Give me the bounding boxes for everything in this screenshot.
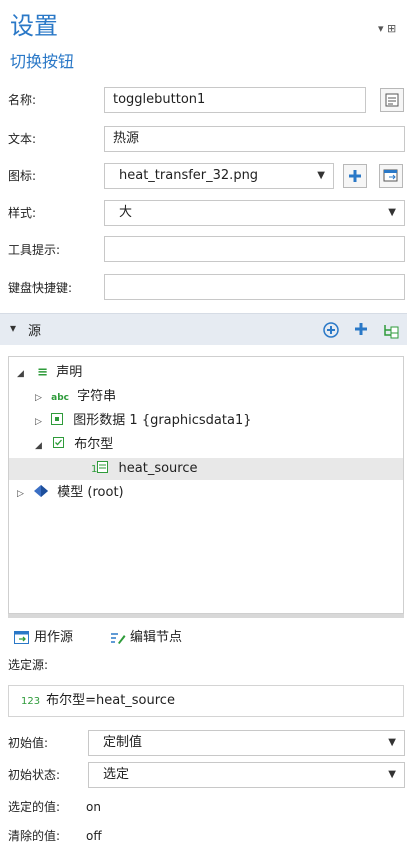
tree-item-boolean[interactable]: ◢ 布尔型 — [35, 434, 113, 456]
chevron-down-icon: ▼ — [317, 170, 325, 181]
expanded-triangle-icon[interactable]: ◢ — [35, 435, 47, 457]
import-icon-button[interactable] — [379, 164, 403, 188]
selected-source-box: 123 布尔型=heat_source — [8, 685, 404, 717]
chevron-down-icon: ▼ — [388, 737, 396, 748]
use-as-source-button[interactable]: 用作源 — [14, 627, 73, 649]
variable-icon: 123 — [21, 696, 41, 707]
string-type-icon: abc — [51, 393, 69, 403]
initial-state-label: 初始状态: — [8, 768, 61, 782]
use-as-source-icon — [14, 631, 29, 644]
selected-value-text: on — [86, 800, 101, 814]
declarations-icon: ≡ — [37, 365, 49, 380]
variable-table-icon — [97, 461, 109, 473]
tree-item-strings[interactable]: ▷ abc 字符串 — [35, 386, 116, 408]
model-icon — [34, 485, 49, 497]
selected-source-label: 选定源: — [8, 658, 49, 672]
cleared-value-label: 清除的值: — [8, 829, 61, 843]
style-select-value: 大 — [119, 205, 133, 220]
tree-item-heat-source[interactable]: 1 heat_source — [9, 458, 403, 480]
tooltip-field[interactable] — [104, 236, 405, 262]
collapsed-triangle-icon[interactable]: ▷ — [35, 387, 47, 409]
chevron-down-icon: ▼ — [388, 769, 396, 780]
tree-item-declarations[interactable]: ◢ ≡ 声明 — [17, 362, 82, 384]
page-title: 设置 — [10, 12, 58, 40]
add-circle-icon[interactable] — [323, 322, 339, 338]
initial-state-select-value: 选定 — [103, 767, 130, 782]
expanded-triangle-icon[interactable]: ◢ — [17, 363, 29, 385]
tree-item-model[interactable]: ▷ 模型 (root) — [17, 482, 124, 504]
name-field[interactable]: togglebutton1 — [104, 87, 366, 113]
source-section-label: 源 — [28, 324, 42, 339]
style-select[interactable]: 大 ▼ — [104, 200, 405, 226]
import-icon — [383, 169, 398, 182]
plus-icon — [349, 170, 361, 182]
style-label: 样式: — [8, 206, 37, 220]
splitter[interactable] — [8, 614, 404, 618]
edit-node-icon — [111, 633, 126, 644]
source-tree[interactable]: ◢ ≡ 声明 ▷ abc 字符串 ▷ 图形数据 1 {graphicsdata1… — [8, 356, 404, 614]
collapse-icon[interactable]: ▾ — [10, 321, 16, 335]
text-label: 文本: — [8, 132, 37, 146]
source-section-header[interactable]: ▾ 源 — [0, 313, 407, 345]
initial-value-label: 初始值: — [8, 736, 49, 750]
add-node-icon[interactable] — [382, 321, 400, 339]
text-field[interactable]: 热源 — [104, 126, 405, 152]
tree-item-graphics[interactable]: ▷ 图形数据 1 {graphicsdata1} — [35, 410, 252, 432]
icon-label: 图标: — [8, 169, 37, 183]
initial-value-select[interactable]: 定制值 ▼ — [88, 730, 405, 756]
graphics-data-icon — [51, 413, 64, 425]
cleared-value-text: off — [86, 829, 102, 843]
plus-icon[interactable] — [354, 322, 368, 336]
rename-button[interactable] — [380, 88, 404, 112]
icon-select[interactable]: heat_transfer_32.png ▼ — [104, 163, 334, 189]
collapsed-triangle-icon[interactable]: ▷ — [35, 411, 47, 433]
page-subtitle: 切换按钮 — [10, 52, 75, 71]
initial-value-select-value: 定制值 — [103, 735, 143, 750]
chevron-down-icon: ▼ — [388, 207, 396, 218]
initial-state-select[interactable]: 选定 ▼ — [88, 762, 405, 788]
document-icon — [385, 93, 399, 107]
selected-value-label: 选定的值: — [8, 800, 61, 814]
shortcut-field[interactable] — [104, 274, 405, 300]
add-icon-button[interactable] — [343, 164, 367, 188]
pin-icon[interactable]: ▾ ⊞ — [378, 22, 396, 35]
boolean-icon — [53, 437, 65, 448]
icon-select-value: heat_transfer_32.png — [119, 168, 259, 183]
name-label: 名称: — [8, 93, 37, 107]
tooltip-label: 工具提示: — [8, 243, 61, 257]
shortcut-label: 键盘快捷键: — [8, 281, 73, 295]
edit-node-button[interactable]: 编辑节点 — [110, 627, 182, 649]
collapsed-triangle-icon[interactable]: ▷ — [17, 483, 29, 505]
